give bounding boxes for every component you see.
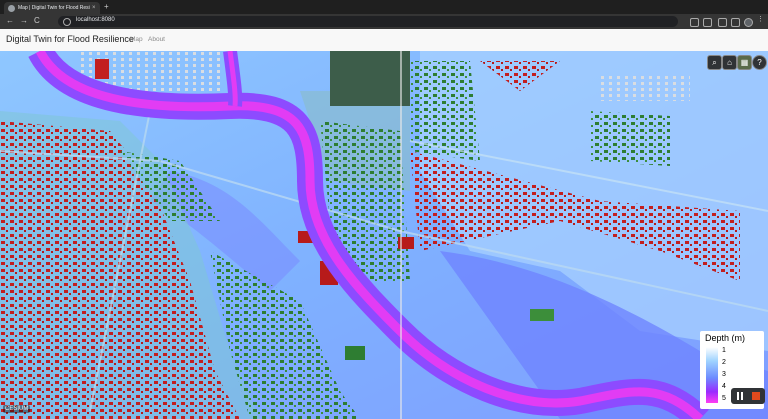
urban-block <box>600 76 690 101</box>
stop-button[interactable] <box>752 392 760 400</box>
legend-tick: 5 <box>722 395 726 402</box>
map-canvas[interactable] <box>0 51 768 419</box>
pause-button[interactable] <box>737 392 739 400</box>
nav-map[interactable]: Map <box>130 36 143 43</box>
favicon-icon <box>8 4 15 12</box>
sidepanel-icon[interactable] <box>731 18 740 27</box>
browser-toolbar: ← → C localhost:8080 ⋮ <box>0 14 768 29</box>
browser-window: Map | Digital Twin for Flood Resi... × +… <box>0 0 768 419</box>
app-title[interactable]: Digital Twin for Flood Resilience <box>6 34 134 44</box>
address-bar[interactable]: localhost:8080 <box>58 16 678 27</box>
legend-tick: 4 <box>722 383 726 390</box>
flood-map-viewer[interactable]: ⌕ ⌂ ▦ ? Depth (m) 1 2 3 4 5 CESIUM <box>0 51 768 419</box>
legend-tick: 1 <box>722 347 726 354</box>
legend-title: Depth (m) <box>705 333 746 343</box>
tab-strip: Map | Digital Twin for Flood Resi... × + <box>0 0 768 14</box>
home-button[interactable]: ⌂ <box>722 55 737 70</box>
dry-buildings <box>410 61 480 161</box>
site-info-icon[interactable] <box>63 18 71 26</box>
dry-building <box>345 346 365 360</box>
dry-building <box>530 309 554 321</box>
flooded-building <box>95 59 109 79</box>
menu-icon[interactable]: ⋮ <box>757 15 764 23</box>
browser-tab[interactable]: Map | Digital Twin for Flood Resi... × <box>4 2 100 14</box>
back-button[interactable]: ← <box>6 16 14 25</box>
nav-about[interactable]: About <box>148 36 165 43</box>
legend-colorbar <box>706 347 718 403</box>
farm-field <box>330 51 410 106</box>
animation-controls <box>731 388 765 404</box>
cesium-credit[interactable]: CESIUM <box>3 405 31 413</box>
new-tab-button[interactable]: + <box>104 2 109 11</box>
legend-tick: 2 <box>722 359 726 366</box>
profile-avatar[interactable] <box>744 18 753 27</box>
app-header: Digital Twin for Flood Resilience Map Ab… <box>0 29 768 52</box>
dry-buildings <box>590 111 670 166</box>
extensions-icon[interactable] <box>718 18 727 27</box>
help-button[interactable]: ? <box>752 55 767 70</box>
bookmark-icon[interactable] <box>703 18 712 27</box>
close-tab-icon[interactable]: × <box>92 5 96 11</box>
url-text: localhost:8080 <box>76 17 115 23</box>
home-icon: ⌂ <box>727 58 732 67</box>
search-icon: ⌕ <box>712 58 717 67</box>
legend-tick: 3 <box>722 371 726 378</box>
share-icon[interactable] <box>690 18 699 27</box>
tab-title: Map | Digital Twin for Flood Resi... <box>18 5 90 11</box>
reload-button[interactable]: C <box>34 16 40 25</box>
basemap-picker-button[interactable]: ▦ <box>737 55 752 70</box>
forward-button[interactable]: → <box>20 16 28 25</box>
search-button[interactable]: ⌕ <box>707 55 722 70</box>
layers-icon: ▦ <box>740 58 749 67</box>
